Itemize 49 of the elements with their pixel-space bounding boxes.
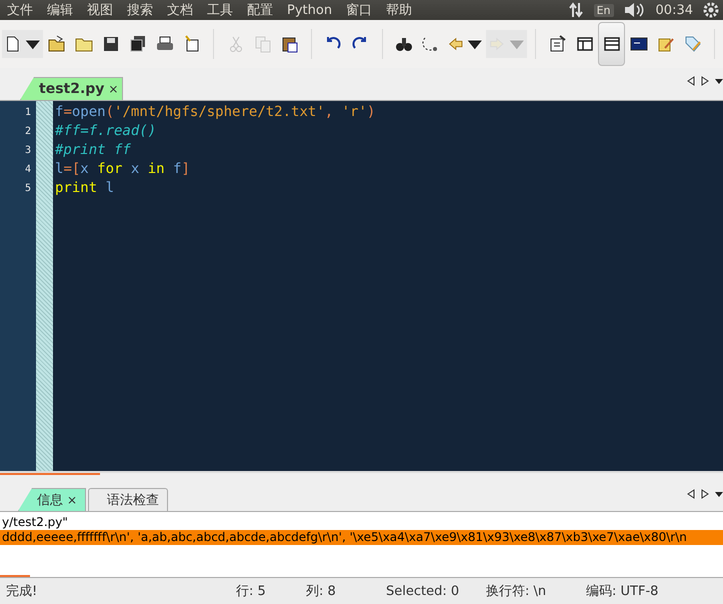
open-folder-icon: [46, 34, 67, 54]
toolbar-button[interactable]: [598, 22, 626, 66]
menu-item[interactable]: 工具: [200, 1, 240, 19]
line-number: 1: [24, 106, 32, 120]
panel-tab[interactable]: 语法检查: [88, 488, 168, 511]
line-number: 5: [24, 182, 32, 196]
line-number: 4: [24, 163, 32, 177]
output-line: y/test2.py": [1, 515, 69, 530]
file-tab[interactable]: test2.py ×: [20, 77, 124, 100]
floppy-disks-icon: [128, 34, 148, 54]
volume-icon[interactable]: [624, 2, 646, 18]
code-line: f=open('/mnt/hgfs/sphere/t2.txt', 'r'): [55, 103, 376, 122]
encoding: 编码: UTF-8: [586, 583, 658, 600]
selection-count: Selected: 0: [386, 584, 460, 598]
menu-item[interactable]: 窗口: [339, 1, 380, 19]
tag-icon: [682, 34, 703, 54]
code-line: #ff=f.read(): [55, 122, 158, 141]
code-line: print l: [55, 179, 116, 198]
menu-item[interactable]: 帮助: [379, 1, 420, 19]
scroll-left-icon[interactable]: [687, 489, 695, 499]
column-position: 列: 8: [306, 583, 337, 600]
copy-icon: [252, 34, 273, 54]
scroll-right-icon[interactable]: [701, 489, 709, 499]
line-position: 行: 5: [236, 583, 267, 600]
panel-tab[interactable]: 信息 ×: [18, 488, 86, 511]
status-message: 完成!: [6, 583, 38, 600]
code-line: #print ff: [55, 141, 132, 160]
keyboard-indicator[interactable]: En: [594, 4, 614, 16]
menu-item[interactable]: 视图: [80, 1, 120, 19]
line-ending: 换行符: \n: [486, 583, 548, 600]
scroll-left-icon[interactable]: [687, 76, 695, 86]
clock[interactable]: 00:34: [656, 2, 693, 18]
line-number: 2: [24, 125, 32, 139]
menu-item[interactable]: 配置: [240, 1, 280, 19]
caret-icon[interactable]: [715, 76, 723, 86]
menu-item[interactable]: 文件: [0, 1, 40, 19]
line-number: 3: [24, 144, 32, 158]
network-arrows-icon[interactable]: [568, 2, 584, 18]
caret-icon[interactable]: [715, 489, 723, 499]
menu-item[interactable]: Python: [280, 2, 340, 18]
code-editor[interactable]: 1 2 3 4 5 f=open('/mnt/hgfs/sphere/t2.txt', 'r') #ff=f.read() #print ff l=[x for x in f] print l: [0, 101, 723, 473]
scroll-right-icon[interactable]: [701, 76, 709, 86]
close-button[interactable]: ×: [108, 82, 118, 96]
menu-item[interactable]: 搜索: [120, 1, 160, 19]
menu-item[interactable]: 文档: [160, 1, 200, 19]
toolbar-button[interactable]: [2, 30, 44, 58]
code-line: l=[x for x in f]: [55, 160, 191, 179]
menu-item[interactable]: 编辑: [40, 1, 80, 19]
close-button[interactable]: ×: [67, 493, 78, 507]
